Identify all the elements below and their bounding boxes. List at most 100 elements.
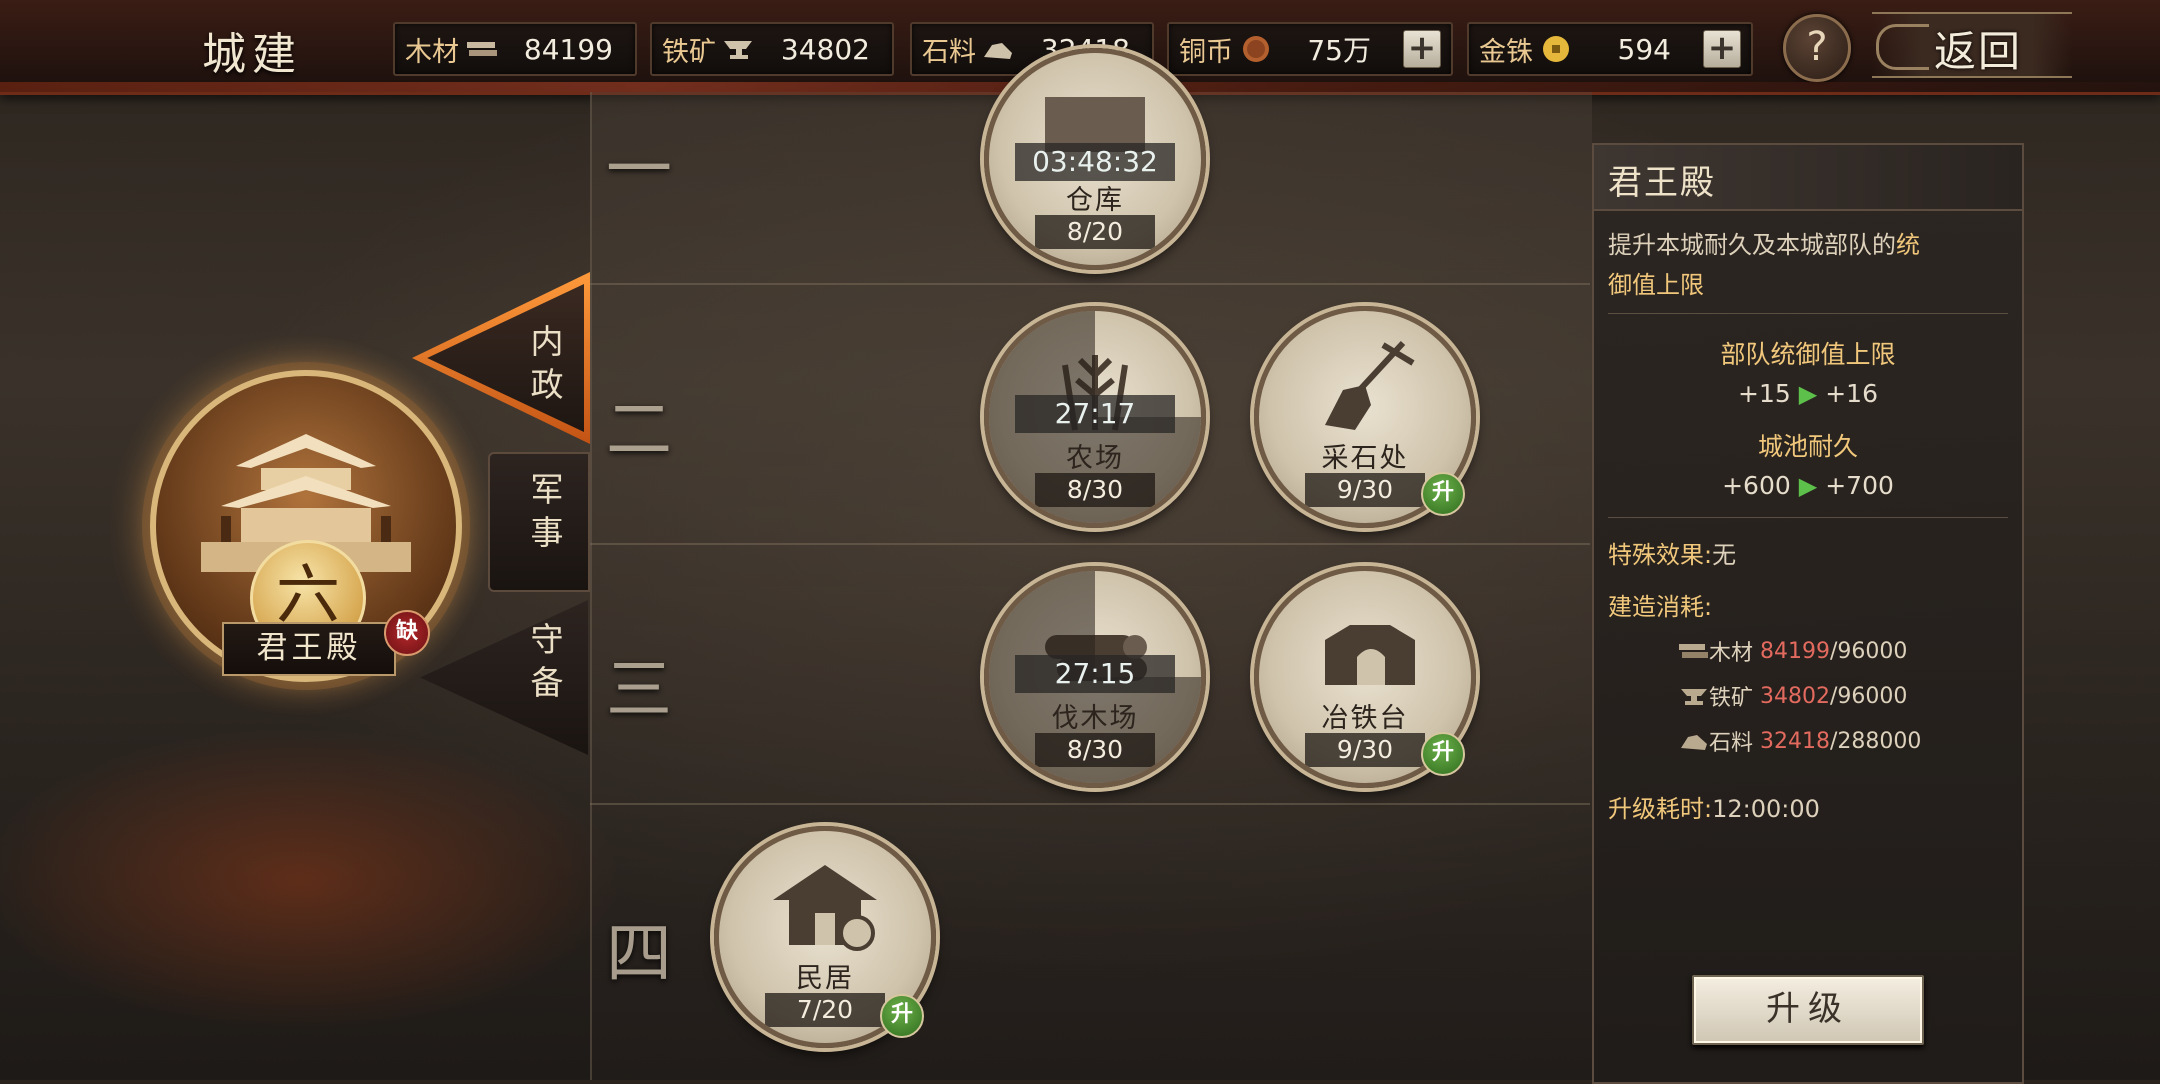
arrow-right-icon: ▶ [1798, 380, 1818, 408]
stat-to: +700 [1825, 471, 1894, 500]
time-value: 12:00:00 [1712, 795, 1820, 823]
row-divider [590, 543, 1590, 545]
resource-value: 84199 [523, 32, 613, 66]
resource-label: 金铢 [1479, 36, 1533, 68]
stat-from: +600 [1722, 471, 1791, 500]
row-divider [590, 283, 1590, 285]
ornament-icon [1876, 24, 1929, 70]
lack-badge: 缺 [384, 610, 430, 656]
row-number-1: 一 [606, 131, 672, 208]
building-lumberyard[interactable]: 27:15 伐木场 8/30 [984, 566, 1206, 788]
building-info-panel: 君王殿 提升本城耐久及本城部队的统 御值上限 部队统御值上限 +15 ▶ +16 城池… [1592, 143, 2024, 1084]
gold-coin-icon [1539, 36, 1573, 62]
resource-label: 铜币 [1179, 36, 1233, 68]
building-level: 8/30 [1035, 473, 1155, 507]
resource-label: 铁矿 [662, 36, 716, 68]
tab-military-label: 军事 [525, 472, 564, 558]
wood-icon [465, 36, 499, 62]
anvil-icon [1681, 689, 1707, 705]
building-name: 冶铁台 [1321, 703, 1409, 734]
build-timer: 27:15 [1015, 655, 1175, 693]
building-name: 农场 [1066, 443, 1124, 474]
cost-need: /288000 [1830, 728, 1922, 754]
wood-icon [1679, 644, 1708, 658]
upgrade-time: 升级耗时:12:00:00 [1608, 789, 1820, 824]
cost-current: 84199 [1760, 638, 1831, 664]
build-timer: 27:17 [1015, 395, 1175, 433]
stat-from: +15 [1738, 379, 1791, 408]
upgrade-available-badge: 升 [1421, 732, 1465, 776]
building-warehouse[interactable]: 03:48:32 仓库 8/20 [984, 48, 1206, 270]
divider [1608, 517, 2008, 518]
add-gold-button[interactable]: + [1703, 30, 1741, 68]
cost-name: 铁矿 [1709, 686, 1754, 711]
divider [1608, 313, 2008, 314]
upgrade-available-badge: 升 [1421, 472, 1465, 516]
desc-text: 提升本城耐久及本城部队的 [1608, 231, 1896, 259]
resource-value: 34802 [780, 32, 870, 66]
arrow-right-icon: ▶ [1798, 472, 1818, 500]
build-timer: 03:48:32 [1015, 143, 1175, 181]
hall-name-label: 君王殿 [222, 622, 396, 676]
stat-to: +16 [1825, 379, 1878, 408]
tab-interior-label: 内政 [525, 324, 564, 410]
building-name: 采石处 [1321, 443, 1409, 474]
forge-icon [1325, 625, 1415, 685]
cost-wood: 木材 84199/96000 [1679, 635, 1907, 667]
cost-name: 石料 [1709, 731, 1754, 756]
upgrade-available-badge: 升 [880, 994, 924, 1038]
row-number-4: 四 [606, 915, 672, 992]
building-farm[interactable]: 27:17 农场 8/30 [984, 306, 1206, 528]
building-name: 仓库 [1066, 185, 1124, 216]
cost-name: 木材 [1709, 641, 1754, 666]
stone-icon [1681, 735, 1707, 750]
special-value: 无 [1712, 541, 1737, 569]
building-name: 民居 [796, 963, 854, 994]
help-button[interactable]: ? [1783, 14, 1851, 82]
resource-label: 石料 [922, 36, 976, 68]
building-level: 8/20 [1035, 215, 1155, 249]
copper-coin-icon [1239, 36, 1273, 62]
stat-command-name: 部队统御值上限 [1720, 340, 1896, 369]
building-name: 伐木场 [1051, 703, 1139, 734]
copper-resource: 铜币 75万 + [1167, 22, 1453, 76]
stat-durability-values: +600 ▶ +700 [1594, 471, 2022, 500]
stat-durability-name: 城池耐久 [1757, 432, 1858, 461]
desc-highlight: 御值上限 [1608, 271, 1704, 299]
resource-value: 594 [1617, 32, 1671, 66]
pickaxe-icon [1325, 340, 1415, 430]
info-title-bar: 君王殿 [1594, 145, 2022, 211]
wood-resource: 木材 84199 [393, 22, 637, 76]
row-number-2: 二 [606, 391, 672, 468]
info-title: 君王殿 [1608, 163, 1716, 203]
cost-current: 32418 [1760, 728, 1831, 754]
tab-defense-label: 守备 [525, 622, 564, 708]
add-copper-button[interactable]: + [1403, 30, 1441, 68]
building-level: 9/30 [1305, 733, 1425, 767]
anvil-icon [722, 36, 756, 62]
cost-label: 建造消耗: [1608, 593, 1713, 621]
building-level: 9/30 [1305, 473, 1425, 507]
cost-need: /96000 [1830, 683, 1908, 709]
building-level: 7/20 [765, 993, 885, 1027]
cost-iron: 铁矿 34802/96000 [1679, 680, 1907, 712]
building-level: 8/30 [1035, 733, 1155, 767]
time-label: 升级耗时: [1608, 795, 1713, 823]
house-icon [773, 865, 877, 951]
row-number-3: 三 [606, 651, 672, 728]
gold-resource: 金铢 594 + [1467, 22, 1753, 76]
back-button[interactable]: 返回 [1872, 12, 2072, 78]
special-label: 特殊效果: [1608, 541, 1713, 569]
back-label: 返回 [1934, 27, 2023, 76]
iron-resource: 铁矿 34802 [650, 22, 894, 76]
special-effect: 特殊效果:无 [1608, 535, 1736, 570]
stat-command-values: +15 ▶ +16 [1594, 379, 2022, 408]
cost-stone: 石料 32418/288000 [1679, 725, 1921, 757]
upgrade-button[interactable]: 升级 [1692, 975, 1924, 1045]
desc-highlight: 统 [1896, 231, 1920, 259]
page-title: 城建 [202, 29, 302, 80]
row-divider [590, 803, 1590, 805]
cost-current: 34802 [1760, 683, 1831, 709]
info-description: 提升本城耐久及本城部队的统御值上限 [1608, 225, 2008, 305]
resource-label: 木材 [405, 36, 459, 68]
